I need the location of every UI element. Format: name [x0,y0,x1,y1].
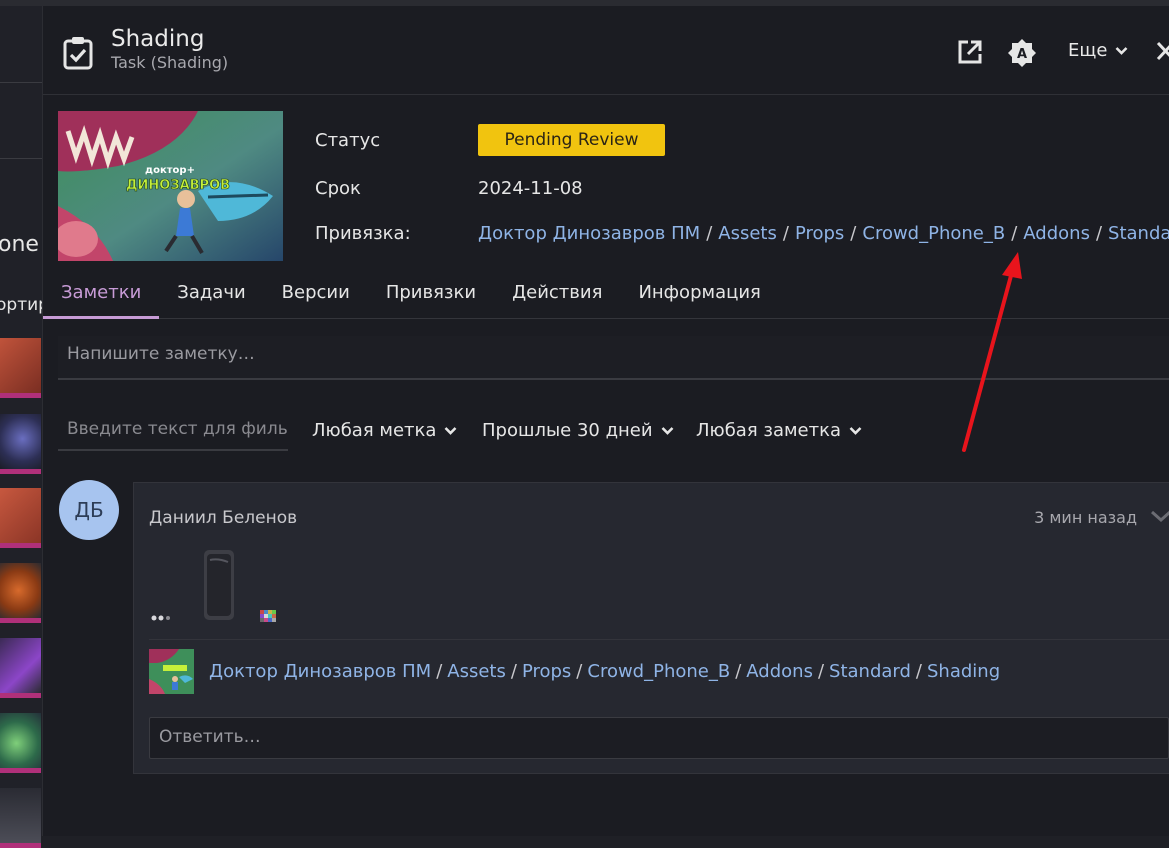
page-title: Shading [111,26,205,52]
breadcrumb-link-addons[interactable]: Addons [1023,223,1090,244]
note-link-breadcrumb: Доктор Динозавров ПМ / Assets / Props / Crowd_… [209,661,1001,682]
chevron-down-icon [661,426,673,435]
breadcrumb-link-crowd-phone[interactable]: Crowd_Phone_B [587,661,730,682]
note-timestamp: 3 мин назад [1034,508,1137,527]
status-label: Статус [315,130,381,151]
clipboard-check-icon [63,37,93,70]
chevron-down-icon [445,426,457,435]
breadcrumb-link-props[interactable]: Props [795,223,844,244]
tag-filter-dropdown[interactable]: Любая метка [312,420,457,441]
breadcrumb-link-addons[interactable]: Addons [746,661,813,682]
divider [149,639,1169,640]
breadcrumb-link-crowd-phone[interactable]: Crowd_Phone_B [862,223,1005,244]
breadcrumb: Доктор Динозавров ПМ / Assets / Props / Crowd_… [478,223,1169,244]
tab-tasks[interactable]: Задачи [159,276,263,319]
chevron-down-icon[interactable] [1150,509,1169,523]
breadcrumb-link-project[interactable]: Доктор Динозавров ПМ [478,223,700,244]
tab-versions[interactable]: Версии [264,276,368,319]
note-type-filter-label: Любая заметка [696,420,842,441]
note-type-filter-dropdown[interactable]: Любая заметка [696,420,862,441]
breadcrumb-link-shading[interactable]: Shading [927,661,1000,682]
breadcrumb-link-standard[interactable]: Standard [1108,223,1169,244]
badge-icon[interactable]: A [1007,38,1037,68]
divider [0,158,42,159]
breadcrumb-link-assets[interactable]: Assets [718,223,777,244]
breadcrumb-link-assets[interactable]: Assets [447,661,506,682]
due-label: Срок [315,178,361,199]
preview-logo-line2: ДИНОЗАВРОВ [126,178,230,193]
background-text-fragment: one [0,232,39,257]
filter-search-input[interactable]: Введите текст для филь [58,411,288,451]
background-thumbnail[interactable] [0,563,41,623]
close-icon[interactable] [1155,40,1169,62]
preview-logo-line1: доктор+ [145,165,195,176]
period-filter-dropdown[interactable]: Прошлые 30 дней [482,420,674,441]
panel-header: Shading Task (Shading) A Еще [43,6,1169,95]
background-thumbnail[interactable] [0,338,41,398]
open-external-icon[interactable] [957,39,983,65]
linked-entity-thumbnail[interactable] [149,649,194,694]
more-menu-label: Еще [1068,40,1108,61]
note-author: Даниил Беленов [149,508,298,528]
reply-input[interactable]: Ответить… [149,717,1169,759]
background-thumbnail[interactable] [0,713,41,773]
new-note-input[interactable]: Напишите заметку… [58,336,1169,380]
background-app-strip: one ортир [0,0,1169,848]
breadcrumb-link-props[interactable]: Props [522,661,571,682]
tab-notes[interactable]: Заметки [43,276,160,319]
note-card: Даниил Беленов 3 мин назад Доктор Диноза… [133,482,1169,774]
link-label: Привязка: [315,223,411,244]
background-thumbnail[interactable] [0,638,41,698]
background-thumbnail[interactable] [0,788,41,848]
tab-info[interactable]: Информация [620,276,778,319]
breadcrumb-link-standard[interactable]: Standard [829,661,911,682]
chevron-down-icon [849,426,862,435]
chevron-down-icon [1115,46,1128,55]
tag-filter-label: Любая метка [312,420,437,441]
task-panel: Shading Task (Shading) A Еще доктор+ ДИН… [42,6,1169,836]
breadcrumb-link-project[interactable]: Доктор Динозавров ПМ [209,661,431,682]
page-subtitle: Task (Shading) [111,53,229,72]
attachment-thumbnail[interactable] [148,548,288,626]
divider [0,82,42,83]
avatar[interactable]: ДБ [59,480,119,540]
background-thumbnail[interactable] [0,414,41,474]
task-preview-image[interactable]: доктор+ ДИНОЗАВРОВ [58,111,283,261]
tab-bar: Заметки Задачи Версии Привязки Действия … [43,276,1169,319]
more-menu-button[interactable]: Еще [1068,40,1128,61]
status-badge[interactable]: Pending Review [478,124,665,156]
period-filter-label: Прошлые 30 дней [482,420,653,441]
tab-links[interactable]: Привязки [368,276,494,319]
tab-actions[interactable]: Действия [494,276,620,319]
svg-text:A: A [1017,47,1027,62]
due-date-value: 2024-11-08 [478,178,583,199]
background-thumbnail[interactable] [0,488,41,548]
